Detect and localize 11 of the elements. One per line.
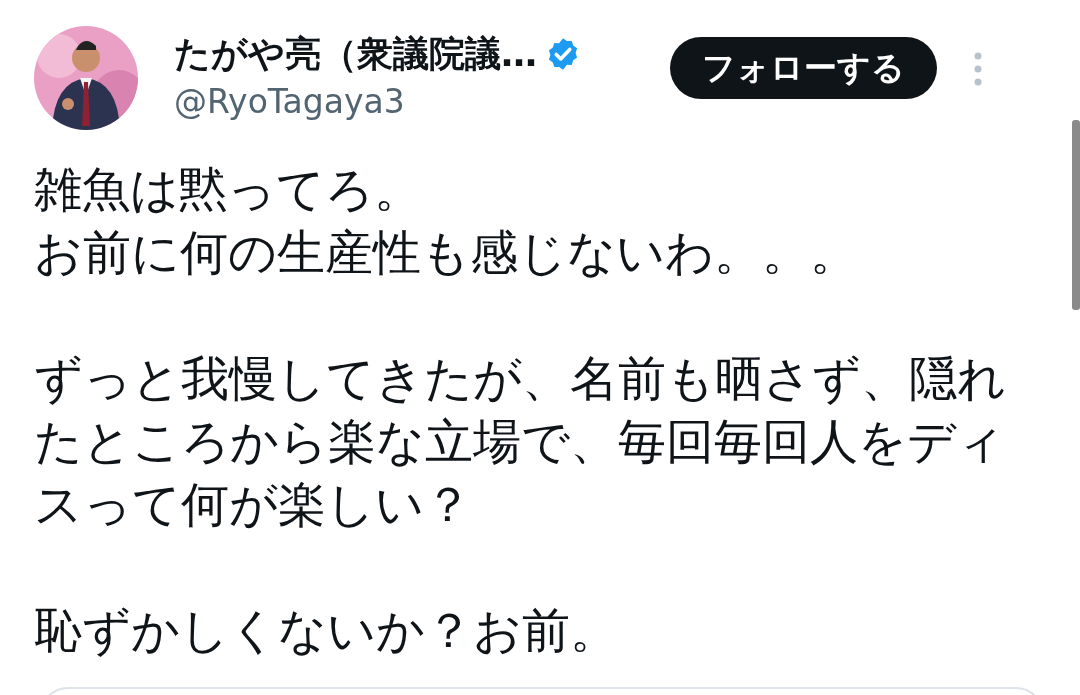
more-options-icon[interactable] xyxy=(973,52,983,86)
tweet-text-line: ずっと我慢してきたが、名前も晒さず、隠れ xyxy=(34,349,1006,408)
tweet-text-line: スって何が楽しい？ xyxy=(34,475,472,534)
tweet-text-line: 雑魚は黙ってろ。 xyxy=(34,160,422,219)
tweet-text-line: 恥ずかしくないか？お前。 xyxy=(34,601,618,660)
tweet-text-line: たところから楽な立場で、毎回毎回人をディ xyxy=(34,412,1005,471)
scrollbar[interactable] xyxy=(1072,120,1080,310)
tweet-text-line: お前に何の生産性も感じないわ。。。 xyxy=(34,223,858,282)
author-name[interactable]: たがや亮（衆議院議… xyxy=(174,29,537,79)
author-handle[interactable]: @RyoTagaya3 xyxy=(174,82,614,121)
follow-button[interactable]: フォローする xyxy=(670,37,937,99)
